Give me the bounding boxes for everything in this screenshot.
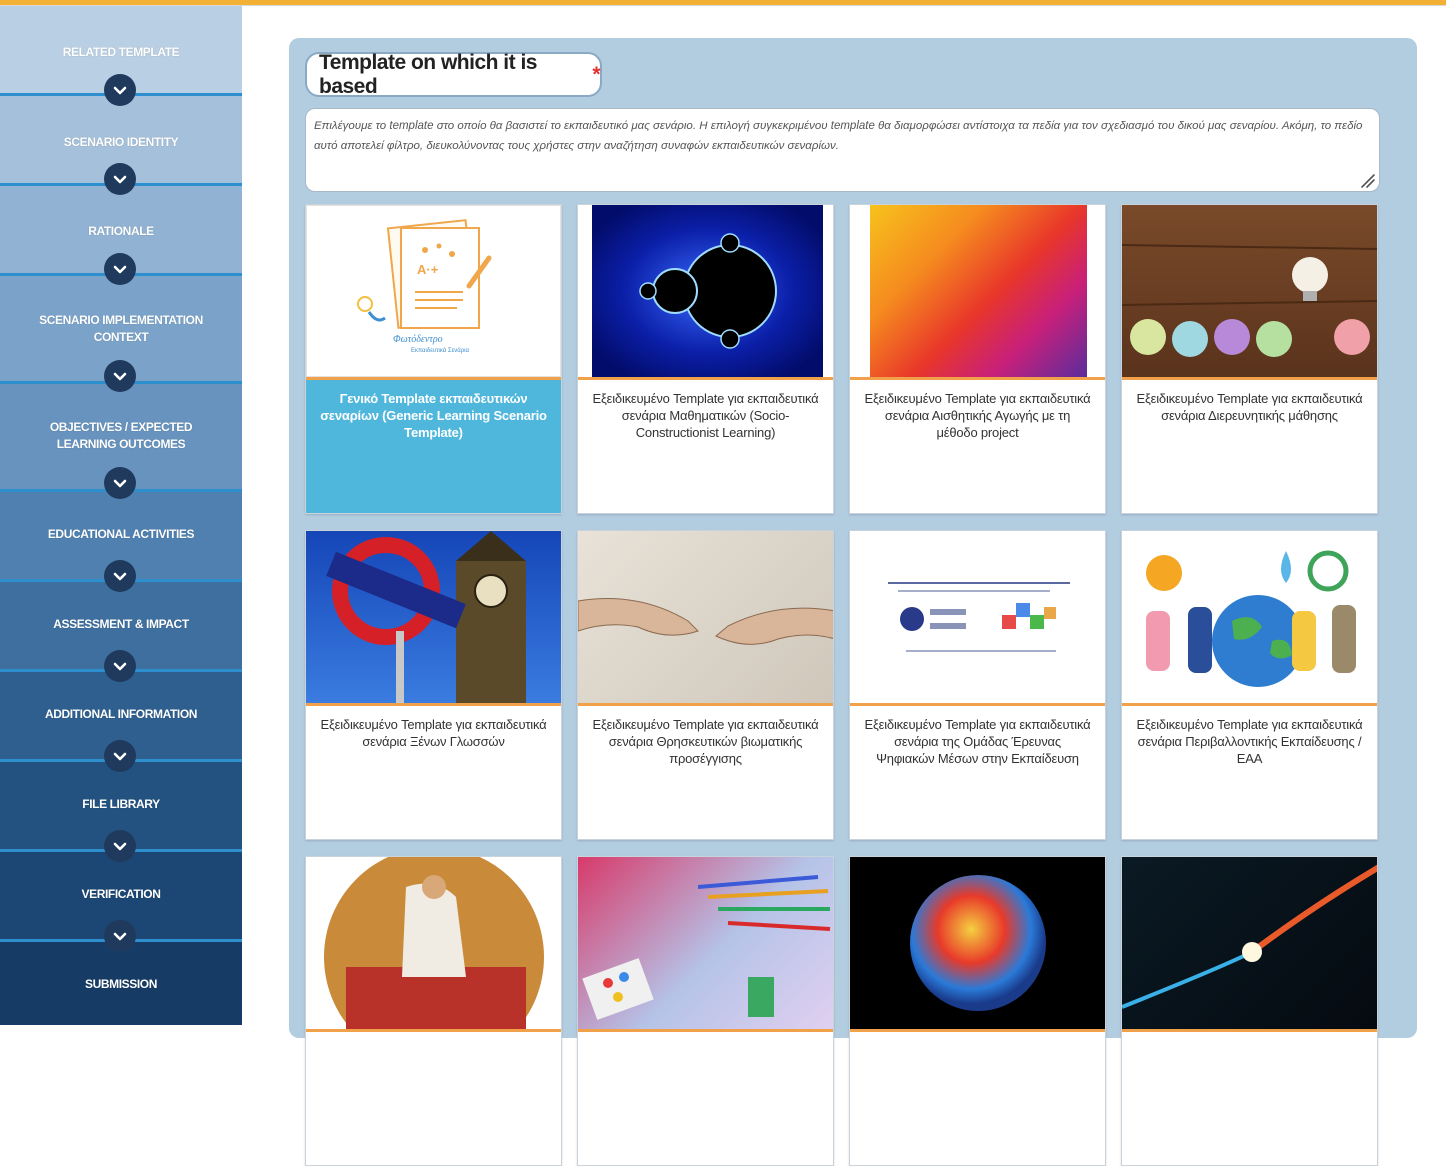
sidebar-item-label: ASSESSMENT & IMPACT	[53, 617, 189, 631]
earth-kids-image	[1122, 531, 1377, 703]
sidebar-item-educational-activities[interactable]: EDUCATIONAL ACTIVITIES	[0, 492, 242, 592]
sidebar-item-objectives[interactable]: OBJECTIVES / EXPECTED LEARNING OUTCOMES	[0, 384, 242, 499]
chevron-down-icon[interactable]	[104, 467, 136, 499]
chevron-down-icon[interactable]	[104, 830, 136, 862]
scenario-steps-sidebar: RELATED TEMPLATE SCENARIO IDENTITY RATIO…	[0, 6, 242, 1025]
template-card-light-streak[interactable]	[1121, 856, 1378, 1166]
template-card-aesthetic-education[interactable]: Εξειδικευμένο Template για εκπαιδευτικά …	[849, 204, 1106, 514]
card-accent-bar	[306, 703, 561, 706]
sidebar-item-label: VERIFICATION	[81, 887, 161, 901]
creation-of-adam-image	[578, 531, 833, 703]
sidebar-item-verification[interactable]: VERIFICATION	[0, 852, 242, 952]
chevron-down-icon[interactable]	[104, 253, 136, 285]
template-card-caption: Εξειδικευμένο Template για εκπαιδευτικά …	[864, 717, 1091, 766]
template-card-art-supplies[interactable]	[577, 856, 834, 1166]
template-card-classical-painting[interactable]	[305, 856, 562, 1166]
svg-text:A·+: A·+	[417, 262, 439, 277]
chevron-down-icon[interactable]	[104, 74, 136, 106]
template-card-foreign-languages[interactable]: Εξειδικευμένο Template για εκπαιδευτικά …	[305, 530, 562, 840]
description-textarea[interactable]: Επιλέγουμε το template στο οποίο θα βασι…	[305, 108, 1380, 192]
big-ben-underground-image	[306, 531, 561, 703]
description-text: Επιλέγουμε το template στο οποίο θα βασι…	[314, 120, 1363, 152]
template-card-inquiry-learning[interactable]: Εξειδικευμένο Template για εκπαιδευτικά …	[1121, 204, 1378, 514]
sidebar-item-rationale[interactable]: RATIONALE	[0, 186, 242, 285]
template-card-digital-media-group[interactable]: Εξειδικευμένο Template για εκπαιδευτικά …	[849, 530, 1106, 840]
art-supplies-image	[578, 857, 833, 1029]
card-accent-bar	[1122, 703, 1377, 706]
required-asterisk: *	[592, 62, 600, 86]
sidebar-item-label: ADDITIONAL INFORMATION	[44, 707, 198, 721]
template-card-caption: Εξειδικευμένο Template για εκπαιδευτικά …	[320, 717, 547, 749]
sidebar-item-label: SCENARIO IDENTITY	[63, 135, 179, 149]
chevron-down-icon[interactable]	[104, 650, 136, 682]
photodentro-logo-image: A·+ Φωτόδεντρο Εκπαιδευτικά Σενάρια	[306, 205, 561, 377]
sidebar-item-submission[interactable]: SUBMISSION	[0, 942, 242, 1025]
sidebar-item-label: RELATED TEMPLATE	[62, 45, 180, 59]
watercolor-paint-image	[850, 205, 1105, 377]
colorful-sphere-image	[850, 857, 1105, 1029]
classical-painting-image	[306, 857, 561, 1029]
template-card-mathematics[interactable]: Εξειδικευμένο Template για εκπαιδευτικά …	[577, 204, 834, 514]
chevron-down-icon[interactable]	[104, 560, 136, 592]
template-card-colorful-sphere[interactable]	[849, 856, 1106, 1166]
template-card-caption: Γενικό Template εκπαιδευτικών σεναρίων (…	[320, 391, 547, 440]
card-accent-bar	[850, 1029, 1105, 1032]
chevron-down-icon[interactable]	[104, 163, 136, 195]
card-accent-bar	[578, 377, 833, 380]
sidebar-item-label: EDUCATIONAL ACTIVITIES	[47, 527, 195, 541]
card-accent-bar	[850, 703, 1105, 706]
sidebar-item-additional-information[interactable]: ADDITIONAL INFORMATION	[0, 672, 242, 772]
card-accent-bar	[578, 703, 833, 706]
mandelbrot-fractal-image	[578, 205, 833, 377]
card-accent-bar	[850, 377, 1105, 380]
card-accent-bar	[1122, 377, 1377, 380]
card-accent-bar	[306, 377, 561, 380]
template-card-environmental-education[interactable]: Εξειδικευμένο Template για εκπαιδευτικά …	[1121, 530, 1378, 840]
section-title-text: Template on which it is based	[319, 50, 537, 98]
svg-text:Φωτόδεντρο: Φωτόδεντρο	[393, 334, 443, 345]
sidebar-item-label: RATIONALE	[88, 224, 154, 238]
chevron-down-icon[interactable]	[104, 360, 136, 392]
template-card-caption: Εξειδικευμένο Template για εκπαιδευτικά …	[1136, 717, 1363, 766]
template-card-generic[interactable]: A·+ Φωτόδεντρο Εκπαιδευτικά Σενάρια Γενι…	[305, 204, 562, 514]
sidebar-item-label: SUBMISSION	[84, 977, 157, 991]
sidebar-item-label: SCENARIO IMPLEMENTATION CONTEXT	[39, 313, 203, 344]
sidebar-item-implementation-context[interactable]: SCENARIO IMPLEMENTATION CONTEXT	[0, 276, 242, 392]
template-card-caption: Εξειδικευμένο Template για εκπαιδευτικά …	[864, 391, 1091, 440]
light-streak-image	[1122, 857, 1377, 1029]
template-card-caption: Εξειδικευμένο Template για εκπαιδευτικά …	[592, 391, 819, 440]
resize-handle-icon[interactable]	[1359, 172, 1375, 188]
svg-text:Εκπαιδευτικά Σενάρια: Εκπαιδευτικά Σενάρια	[411, 347, 470, 354]
card-accent-bar	[578, 1029, 833, 1032]
sidebar-item-label: OBJECTIVES / EXPECTED LEARNING OUTCOMES	[49, 420, 193, 451]
card-accent-bar	[306, 1029, 561, 1032]
template-card-caption: Εξειδικευμένο Template για εκπαιδευτικά …	[592, 717, 819, 766]
section-title: Template on which it is based *	[305, 50, 602, 98]
sidebar-item-assessment-impact[interactable]: ASSESSMENT & IMPACT	[0, 582, 242, 682]
card-accent-bar	[1122, 1029, 1377, 1032]
sidebar-item-file-library[interactable]: FILE LIBRARY	[0, 762, 242, 862]
chevron-down-icon[interactable]	[104, 740, 136, 772]
sidebar-item-scenario-identity[interactable]: SCENARIO IDENTITY	[0, 96, 242, 195]
chevron-down-icon[interactable]	[104, 920, 136, 952]
sidebar-item-related-template[interactable]: RELATED TEMPLATE	[0, 6, 242, 106]
template-card-religious-education[interactable]: Εξειδικευμένο Template για εκπαιδευτικά …	[577, 530, 834, 840]
aegean-slide-image	[850, 531, 1105, 703]
sidebar-item-label: FILE LIBRARY	[82, 797, 160, 811]
template-card-caption: Εξειδικευμένο Template για εκπαιδευτικά …	[1136, 391, 1363, 423]
paper-balls-lightbulb-image	[1122, 205, 1377, 377]
